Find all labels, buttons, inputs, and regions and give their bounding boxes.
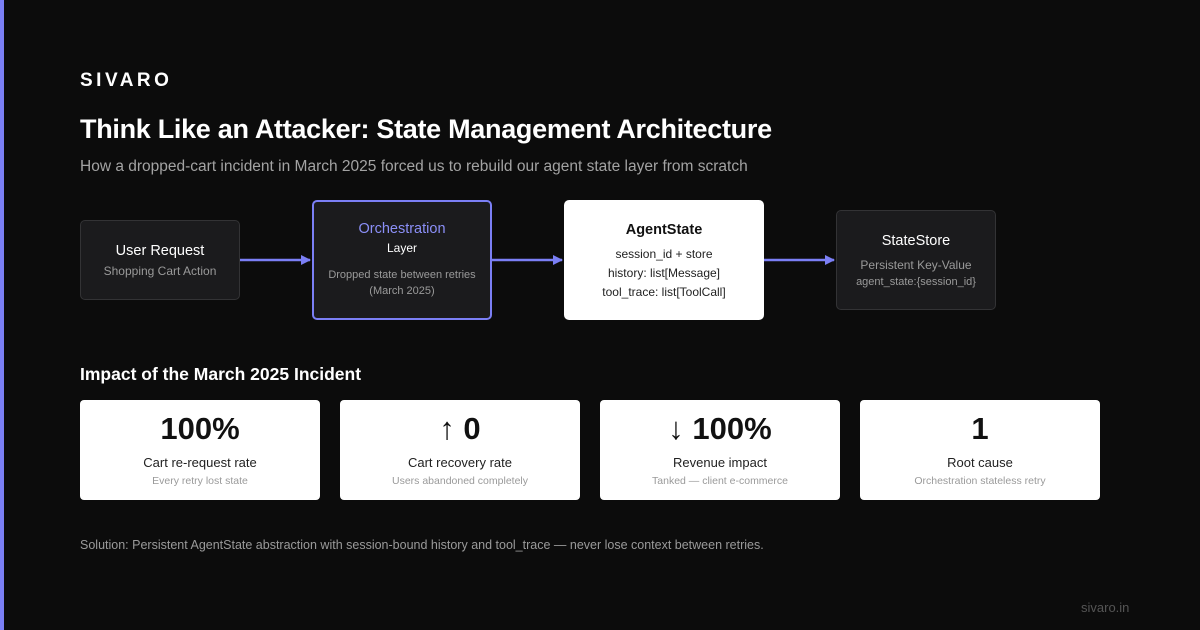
impact-card-value: 1 xyxy=(971,411,989,446)
impact-card-label: Cart recovery rate xyxy=(407,455,513,470)
node-state-store-key: agent_state:{session_id} xyxy=(856,275,976,288)
solution-text: Solution: Persistent AgentState abstract… xyxy=(80,538,764,552)
node-agent-state: AgentState session_id + store history: l… xyxy=(564,200,764,320)
node-orchestration: Orchestration Layer Dropped state betwee… xyxy=(312,200,492,320)
node-user-request: User Request Shopping Cart Action xyxy=(80,220,240,300)
impact-card: ↑ 0 Cart recovery rate Users abandoned c… xyxy=(340,400,580,500)
node-agent-state-line: session_id + store xyxy=(615,246,713,261)
page-title: Think Like an Attacker: State Management… xyxy=(80,114,772,144)
impact-card-value: ↑ 0 xyxy=(439,411,481,446)
impact-card-note: Users abandoned completely xyxy=(392,475,528,487)
node-state-store-title: StateStore xyxy=(881,232,951,249)
impact-heading: Impact of the March 2025 Incident xyxy=(80,364,362,384)
brand-logo-text: SIVARO xyxy=(80,70,173,91)
footer-url: sivaro.in xyxy=(1081,600,1130,615)
node-orchestration-layer: Layer xyxy=(386,241,418,255)
impact-card-value: ↓ 100% xyxy=(668,411,772,446)
impact-card: ↓ 100% Revenue impact Tanked — client e-… xyxy=(600,400,840,500)
node-agent-state-line: history: list[Message] xyxy=(607,265,721,280)
node-orchestration-note: Dropped state between retries (March 202… xyxy=(328,269,476,297)
impact-card-note: Tanked — client e-commerce xyxy=(652,475,788,487)
node-user-request-subtitle: Shopping Cart Action xyxy=(103,263,217,278)
node-user-request-title: User Request xyxy=(115,242,205,259)
impact-card-label: Cart re-request rate xyxy=(143,455,257,470)
impact-card-note: Orchestration stateless retry xyxy=(914,475,1046,487)
impact-card: 100% Cart re-request rate Every retry lo… xyxy=(80,400,320,500)
impact-card-label: Revenue impact xyxy=(673,455,767,470)
impact-card: 1 Root cause Orchestration stateless ret… xyxy=(860,400,1100,500)
impact-card-note: Every retry lost state xyxy=(152,475,248,487)
page-subtitle: How a dropped-cart incident in March 202… xyxy=(80,158,748,175)
node-state-store: StateStore Persistent Key-Value agent_st… xyxy=(836,210,996,310)
node-orchestration-title: Orchestration xyxy=(358,221,446,237)
node-agent-state-line: tool_trace: list[ToolCall] xyxy=(602,284,726,299)
accent-bar xyxy=(0,0,4,630)
impact-card-value: 100% xyxy=(160,411,240,446)
node-state-store-subtitle: Persistent Key-Value xyxy=(860,257,972,272)
impact-card-label: Root cause xyxy=(947,455,1013,470)
node-agent-state-title: AgentState xyxy=(625,221,703,238)
